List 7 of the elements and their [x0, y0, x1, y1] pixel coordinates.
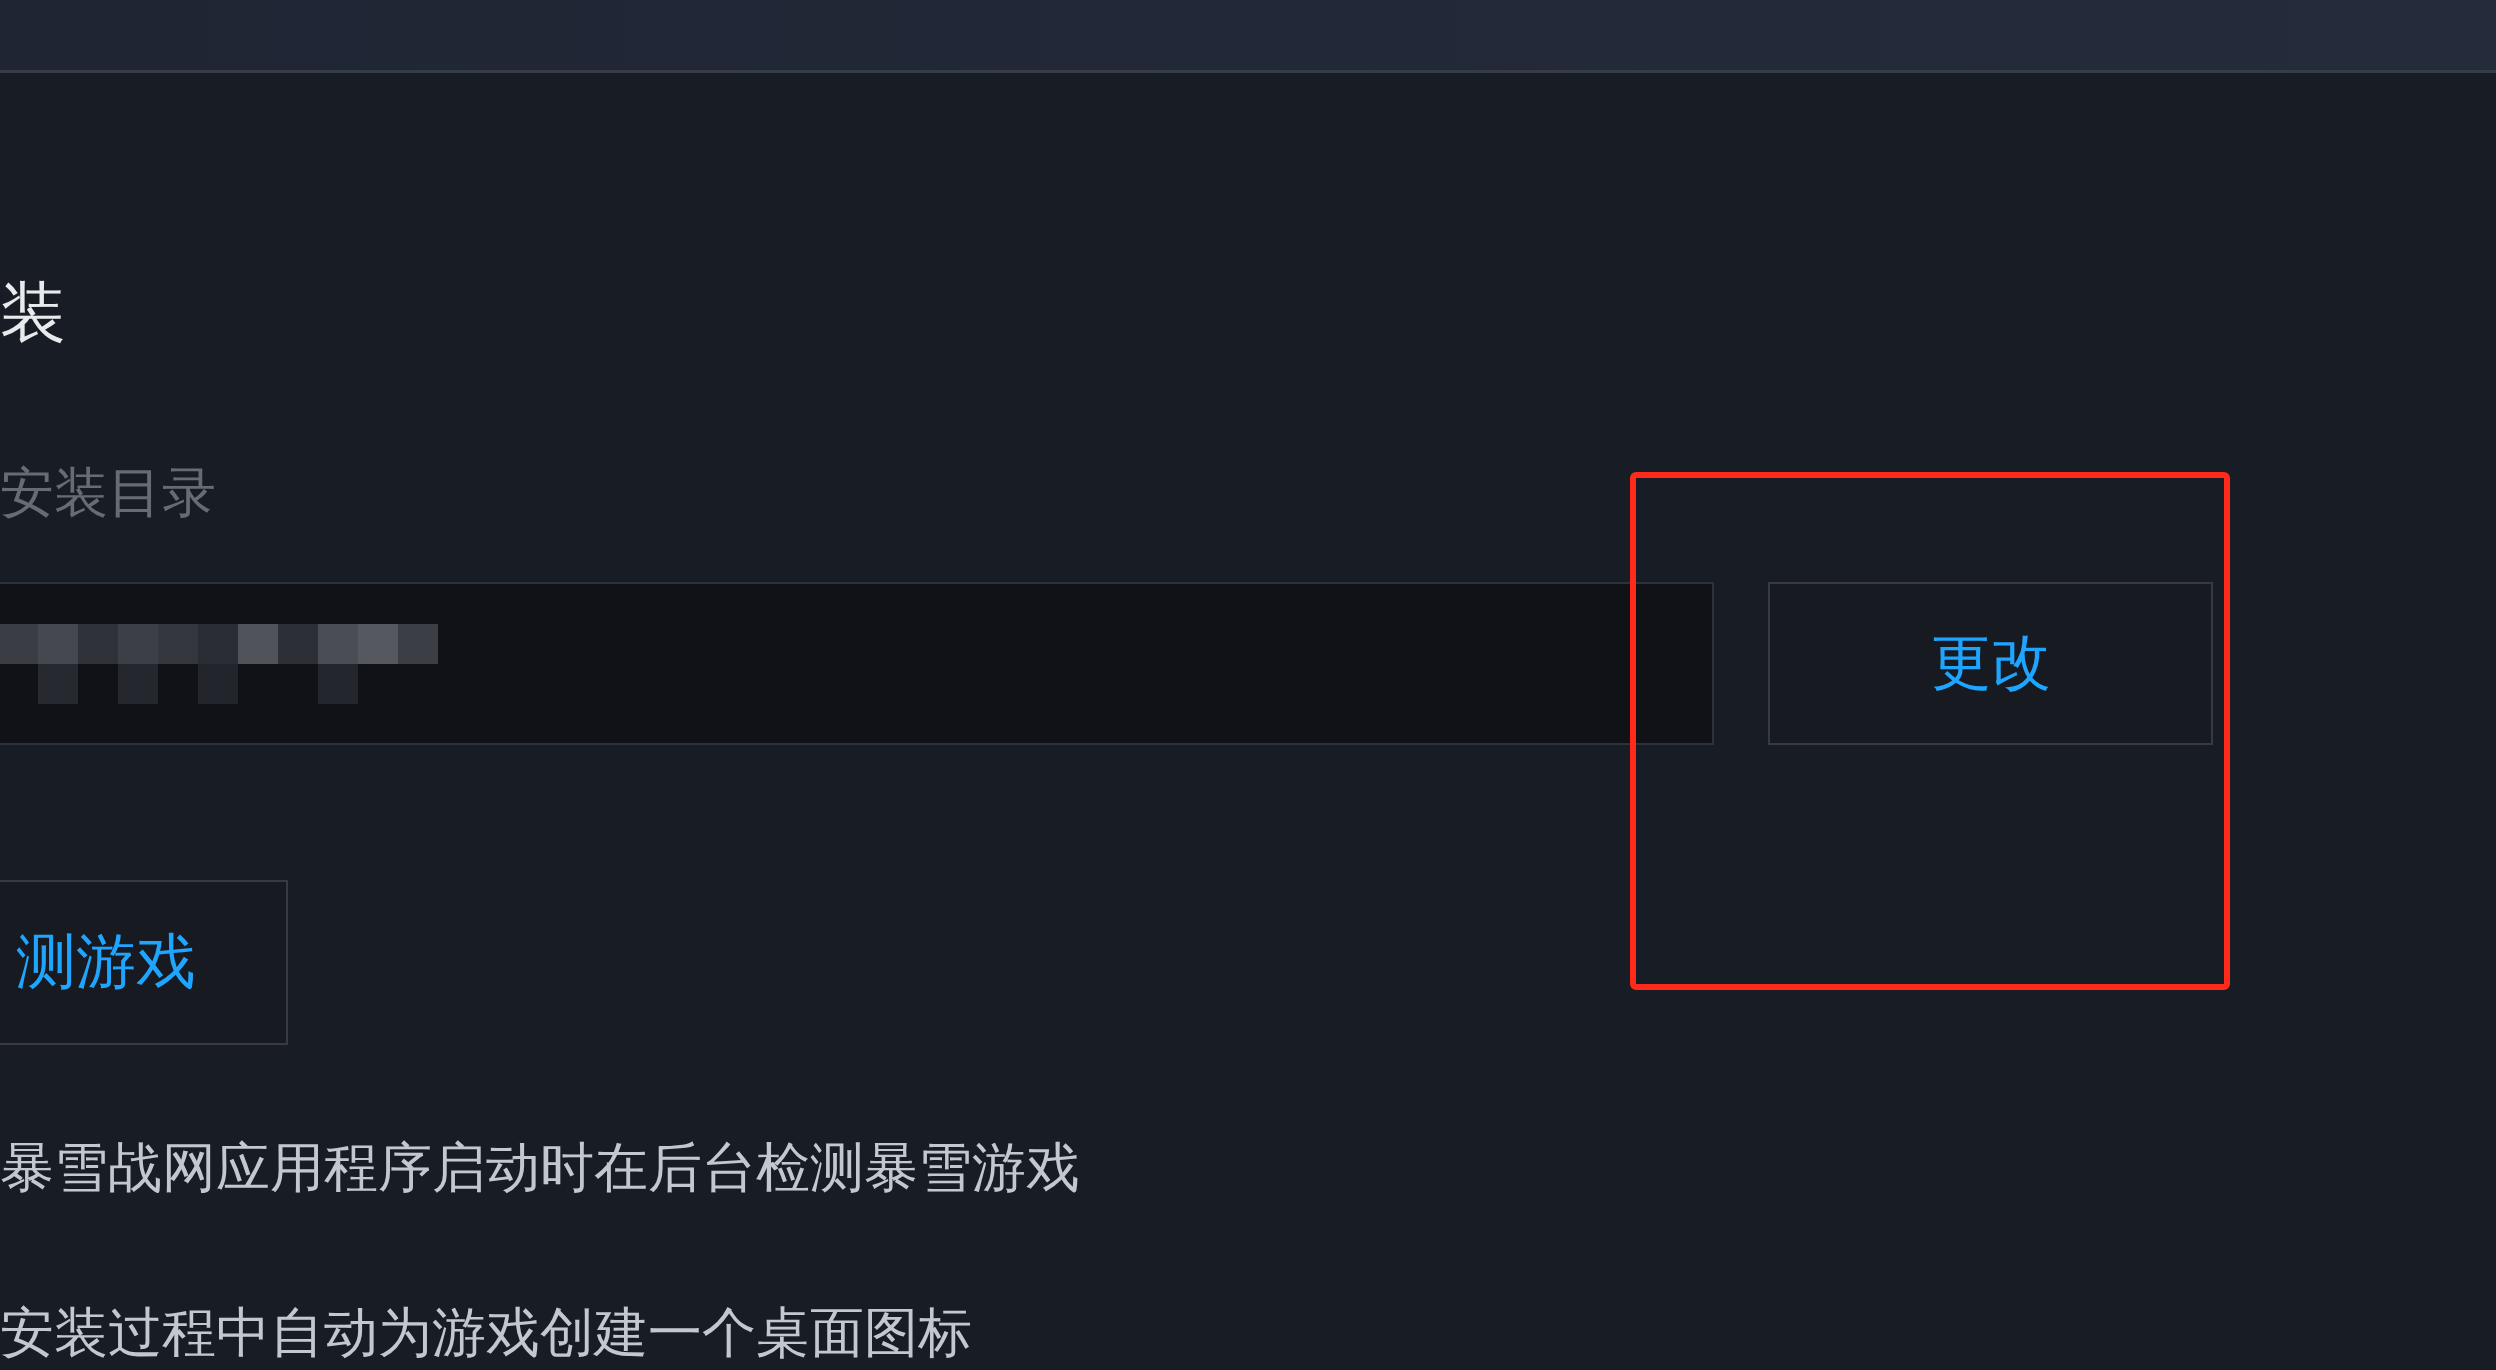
section-heading: 装 — [0, 273, 67, 353]
field-label: 安装目录 — [0, 460, 217, 526]
change-button[interactable]: 更改 — [1768, 582, 2213, 745]
install-path-field[interactable] — [0, 582, 1714, 745]
option-text: 暴雪战网应用程序启动时在后台检测暴雪游戏 — [0, 1135, 1081, 1201]
scan-button[interactable]: 测游戏 — [0, 880, 288, 1045]
option-text: 安装过程中自动为游戏创建一个桌面图标 — [0, 1300, 973, 1366]
